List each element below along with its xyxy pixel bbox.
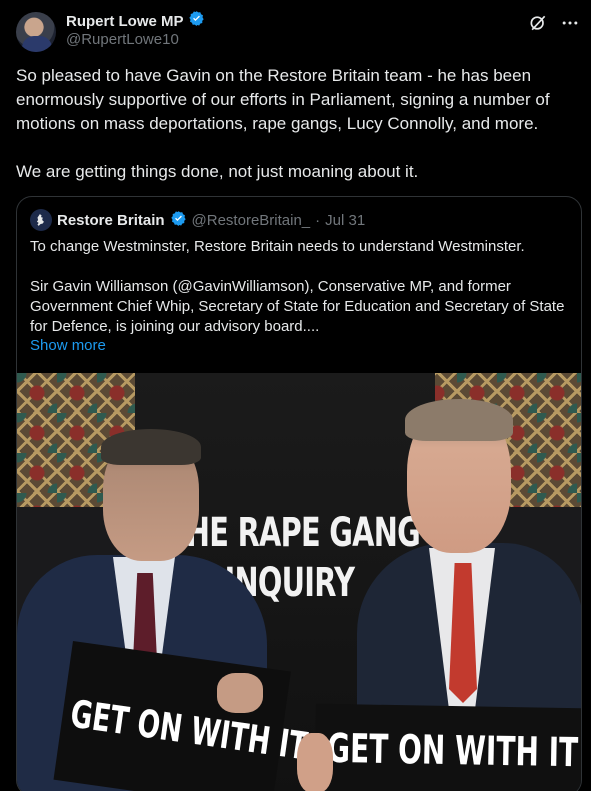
quoted-author-avatar[interactable]	[30, 209, 52, 231]
verified-badge-icon	[170, 210, 187, 231]
show-more-link[interactable]: Show more	[30, 337, 106, 354]
post-actions	[527, 12, 581, 34]
quoted-post-paragraph: Sir Gavin Williamson (@GavinWilliamson),…	[30, 278, 565, 335]
separator-dot: ·	[315, 211, 321, 229]
quoted-author-handle[interactable]: @RestoreBritain_	[192, 212, 311, 229]
author-name[interactable]: Rupert Lowe MP	[66, 13, 184, 30]
quoted-post[interactable]: Restore Britain @RestoreBritain_ · Jul 3…	[16, 196, 582, 791]
britain-map-icon	[36, 214, 44, 226]
post-body-paragraph: So pleased to have Gavin on the Restore …	[16, 66, 550, 133]
quoted-author-name[interactable]: Restore Britain	[57, 212, 165, 229]
grok-icon[interactable]	[527, 12, 549, 34]
author-name-row: Rupert Lowe MP	[66, 10, 205, 32]
author-handle[interactable]: @RupertLowe10	[66, 31, 179, 48]
post-body-paragraph: We are getting things done, not just moa…	[16, 162, 419, 181]
quoted-post-body: To change Westminster, Restore Britain n…	[30, 237, 570, 357]
verified-badge-icon	[188, 10, 205, 32]
more-icon[interactable]	[559, 12, 581, 34]
quoted-post-header: Restore Britain @RestoreBritain_ · Jul 3…	[30, 209, 365, 231]
sign-right-text: GET ON WITH IT	[326, 725, 579, 777]
post-body: So pleased to have Gavin on the Restore …	[16, 64, 576, 208]
quoted-post-date[interactable]: Jul 31	[325, 212, 365, 229]
hand	[297, 733, 333, 791]
quoted-post-photo[interactable]: THE RAPE GANG INQUIRY GET ON WITH IT. GE…	[17, 373, 581, 791]
post: Rupert Lowe MP @RupertLowe10 So pleased …	[0, 0, 591, 791]
quoted-post-paragraph: To change Westminster, Restore Britain n…	[30, 238, 525, 255]
sign-right: GET ON WITH IT	[314, 703, 581, 791]
author-avatar[interactable]	[16, 12, 56, 52]
sign-left-text: GET ON WITH IT.	[67, 691, 317, 770]
hand	[217, 673, 263, 713]
